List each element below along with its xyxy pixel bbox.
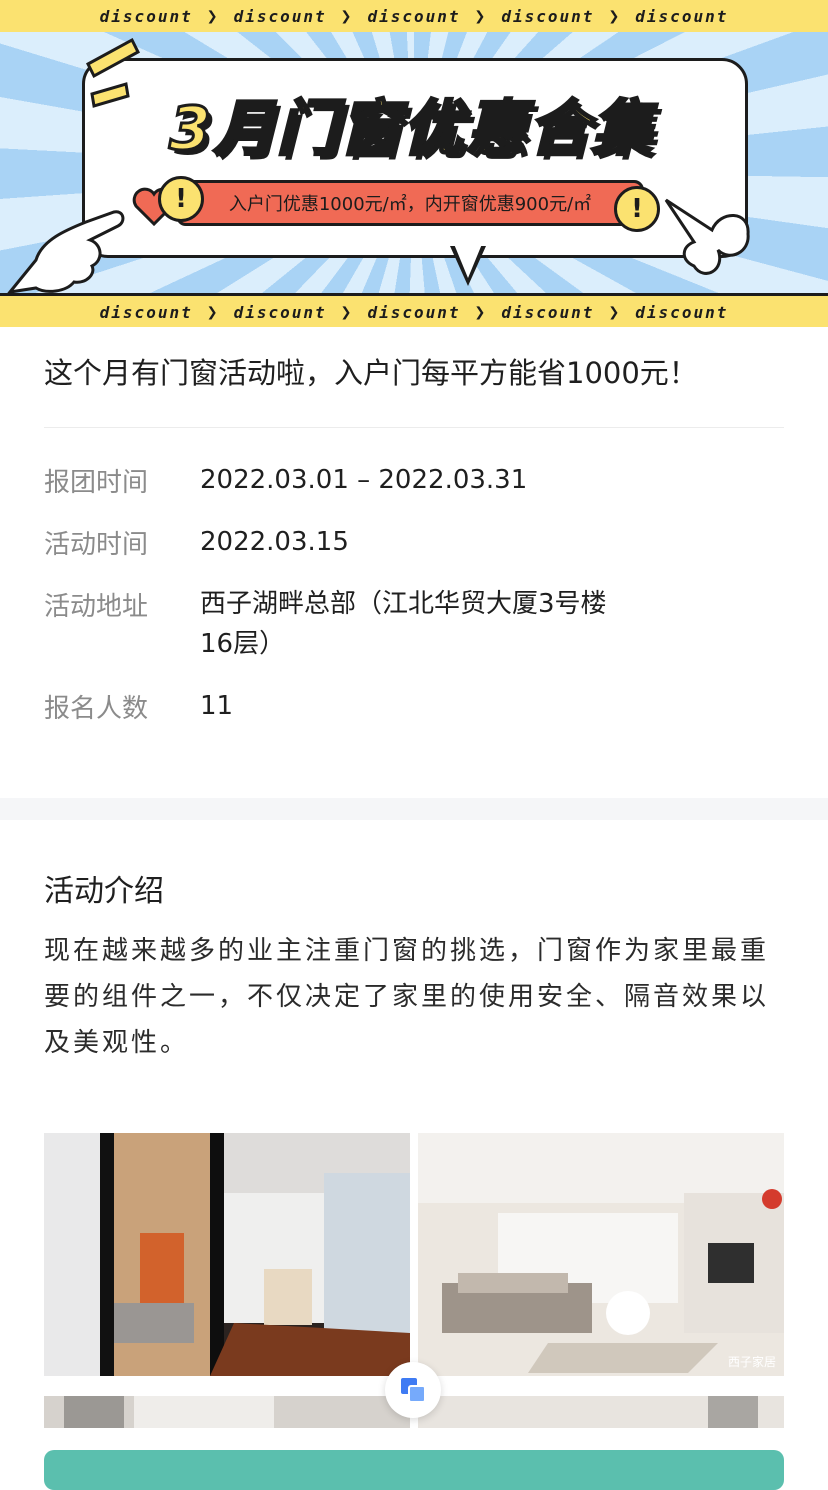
gallery-photo-1[interactable] xyxy=(44,1133,410,1376)
promo-pill: 入户门优惠1000元/㎡，内开窗优惠900元/㎡ xyxy=(176,180,644,226)
signup-count-value: 11 xyxy=(200,691,234,721)
strip-word: discount xyxy=(233,6,327,26)
gallery-photo-3[interactable] xyxy=(44,1396,410,1428)
strip-word: discount xyxy=(99,302,193,322)
chevron-right-icon: ❯ xyxy=(340,301,354,323)
chevron-right-icon: ❯ xyxy=(608,301,622,323)
chevron-right-icon: ❯ xyxy=(608,5,622,27)
exclamation-icon: ! xyxy=(158,176,204,222)
float-copy-button[interactable] xyxy=(385,1362,441,1418)
promo-banner: discount ❯ discount ❯ discount ❯ discount ❯ … xyxy=(0,0,828,327)
event-date-label: 活动时间 xyxy=(44,530,149,560)
room-photo-image xyxy=(418,1396,784,1428)
copy-icon xyxy=(401,1378,426,1403)
discount-strip-bottom: discount ❯ discount ❯ discount ❯ discount ❯ … xyxy=(0,293,828,327)
signup-count-label: 报名人数 xyxy=(44,694,149,724)
signup-button[interactable] xyxy=(44,1450,784,1490)
exclamation-icon: ! xyxy=(614,186,660,232)
chevron-right-icon: ❯ xyxy=(340,5,354,27)
discount-strip-top: discount ❯ discount ❯ discount ❯ discount ❯ … xyxy=(0,0,828,32)
room-photo-image xyxy=(44,1396,410,1428)
event-headline: 这个月有门窗活动啦，入户门每平方能省1000元！ xyxy=(44,356,698,390)
gallery-photo-4[interactable] xyxy=(418,1396,784,1428)
promo-text: 入户门优惠1000元/㎡，内开窗优惠900元/㎡ xyxy=(228,194,592,215)
strip-word: discount xyxy=(367,6,461,26)
living-room-image xyxy=(418,1133,784,1376)
strip-word: discount xyxy=(635,6,729,26)
event-address-value[interactable]: 西子湖畔总部（江北华贸大厦3号楼16层） xyxy=(200,584,620,664)
speech-bubble-tail-fill xyxy=(454,244,482,278)
gallery-photo-2[interactable]: 西子家居 xyxy=(418,1133,784,1376)
divider xyxy=(44,427,784,428)
chevron-right-icon: ❯ xyxy=(206,5,220,27)
event-date-value: 2022.03.15 xyxy=(200,527,349,557)
strip-word: discount xyxy=(99,6,193,26)
room-photo-image xyxy=(44,1133,410,1376)
section-divider xyxy=(0,798,828,820)
strip-word: discount xyxy=(501,6,595,26)
strip-word: discount xyxy=(635,302,729,322)
strip-word: discount xyxy=(367,302,461,322)
signup-period-label: 报团时间 xyxy=(44,468,149,498)
photo-watermark: 西子家居 xyxy=(727,1355,776,1369)
pointing-hand-icon xyxy=(6,210,125,295)
event-address-label: 活动地址 xyxy=(44,592,149,622)
banner-title: 3月门窗优惠合集 xyxy=(168,93,655,166)
strip-word: discount xyxy=(233,302,327,322)
signup-period-value: 2022.03.01 – 2022.03.31 xyxy=(200,465,528,495)
bone-hand-icon xyxy=(664,198,750,275)
chevron-right-icon: ❯ xyxy=(474,5,488,27)
strip-word: discount xyxy=(501,302,595,322)
chevron-right-icon: ❯ xyxy=(206,301,220,323)
intro-body: 现在越来越多的业主注重门窗的挑选，门窗作为家里最重要的组件之一，不仅决定了家里的… xyxy=(44,936,770,1058)
intro-title: 活动介绍 xyxy=(44,874,164,909)
chevron-right-icon: ❯ xyxy=(474,301,488,323)
